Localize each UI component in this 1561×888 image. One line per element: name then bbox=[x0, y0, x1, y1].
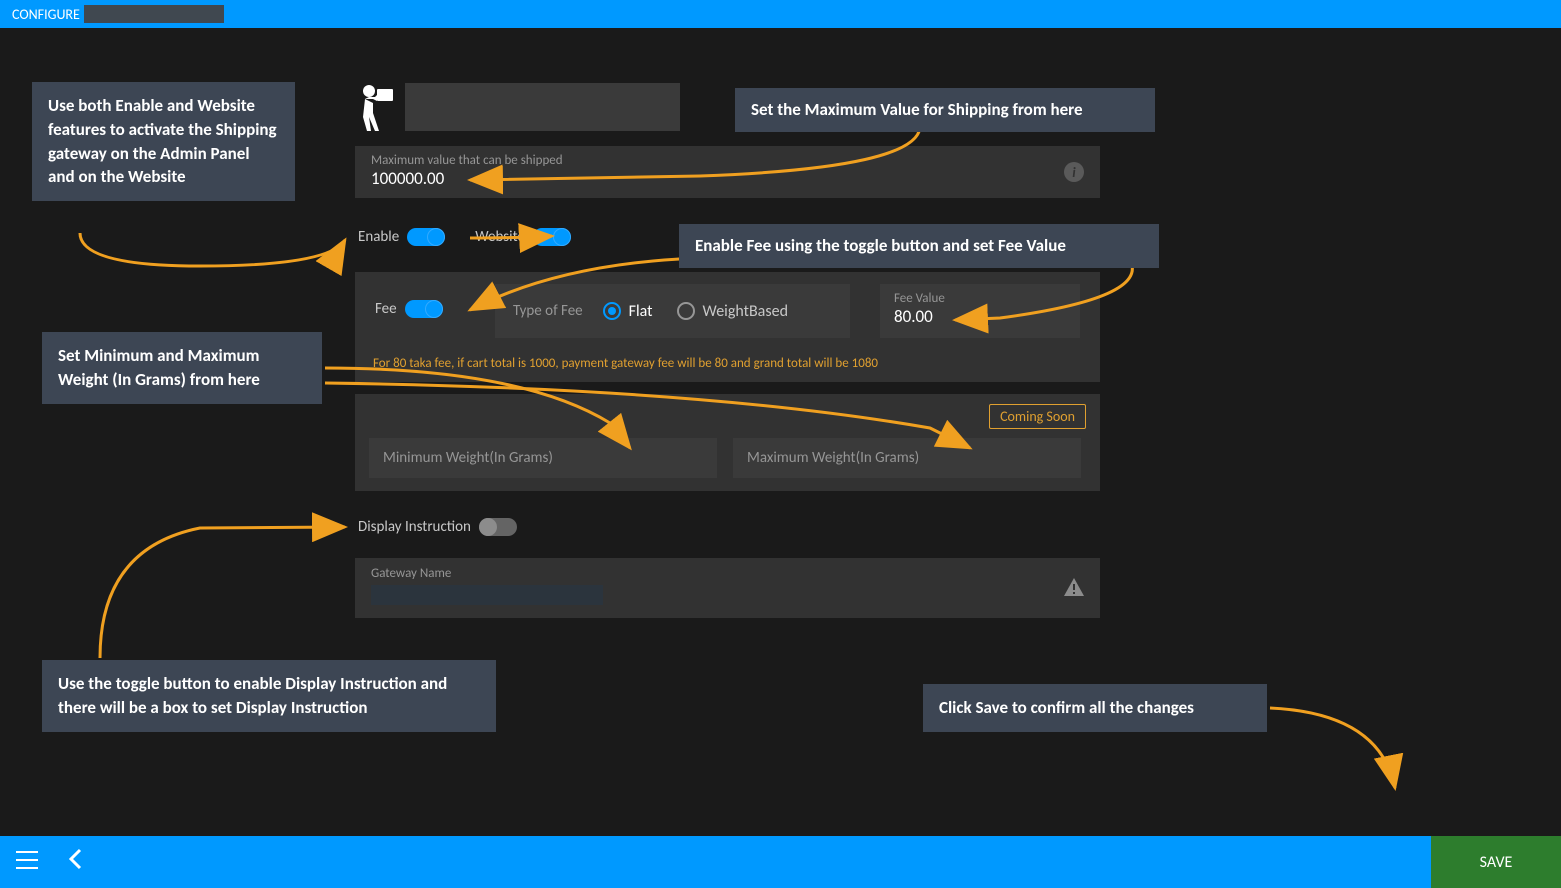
type-of-fee-panel: Type of Fee Flat WeightBased bbox=[495, 284, 850, 338]
min-weight-input[interactable]: Minimum Weight(In Grams) bbox=[369, 438, 717, 478]
back-icon[interactable] bbox=[68, 848, 82, 876]
hamburger-icon[interactable] bbox=[16, 851, 38, 874]
enable-switch[interactable] bbox=[407, 228, 445, 246]
min-weight-label: Minimum Weight(In Grams) bbox=[383, 449, 553, 467]
max-weight-label: Maximum Weight(In Grams) bbox=[747, 449, 919, 467]
fee-value-input[interactable]: 80.00 bbox=[894, 306, 1066, 327]
gateway-title-box bbox=[405, 83, 680, 131]
gateway-name-label: Gateway Name bbox=[371, 566, 1084, 581]
fee-label: Fee bbox=[375, 300, 397, 318]
topbar-redacted-field bbox=[84, 5, 224, 23]
max-value-label: Maximum value that can be shipped bbox=[371, 153, 1084, 168]
max-value-panel[interactable]: Maximum value that can be shipped 100000… bbox=[355, 146, 1100, 198]
configure-title: CONFIGURE bbox=[12, 6, 80, 23]
coming-soon-badge: Coming Soon bbox=[989, 404, 1086, 429]
website-label: Website bbox=[475, 228, 525, 246]
display-instruction-toggle[interactable]: Display Instruction bbox=[358, 518, 517, 536]
website-switch[interactable] bbox=[533, 228, 571, 246]
fee-value-panel[interactable]: Fee Value 80.00 bbox=[880, 284, 1080, 338]
save-button[interactable]: SAVE bbox=[1431, 836, 1561, 888]
type-of-fee-label: Type of Fee bbox=[513, 302, 583, 320]
callout-display-instruction: Use the toggle button to enable Display … bbox=[42, 660, 496, 732]
bottom-bar: SAVE bbox=[0, 836, 1561, 888]
website-toggle[interactable]: Website bbox=[475, 228, 571, 246]
radio-weightbased[interactable]: WeightBased bbox=[677, 302, 788, 321]
max-value-input[interactable]: 100000.00 bbox=[371, 168, 1084, 189]
callout-save: Click Save to confirm all the changes bbox=[923, 684, 1267, 732]
enable-toggle[interactable]: Enable bbox=[358, 228, 445, 246]
weightbased-label: WeightBased bbox=[703, 302, 788, 321]
radio-flat[interactable]: Flat bbox=[603, 302, 653, 321]
max-weight-input[interactable]: Maximum Weight(In Grams) bbox=[733, 438, 1081, 478]
weight-panel: Coming Soon Minimum Weight(In Grams) Max… bbox=[355, 394, 1100, 491]
fee-help-text: For 80 taka fee, if cart total is 1000, … bbox=[373, 356, 878, 371]
toggle-row: Enable Website bbox=[358, 228, 571, 246]
flat-label: Flat bbox=[629, 302, 653, 321]
fee-toggle[interactable]: Fee bbox=[375, 300, 443, 318]
gateway-name-panel[interactable]: Gateway Name bbox=[355, 558, 1100, 618]
enable-label: Enable bbox=[358, 228, 399, 246]
fee-switch[interactable] bbox=[405, 300, 443, 318]
display-instruction-switch[interactable] bbox=[479, 518, 517, 536]
display-instruction-label: Display Instruction bbox=[358, 518, 471, 536]
info-icon[interactable]: i bbox=[1064, 162, 1084, 182]
delivery-icon bbox=[355, 83, 395, 136]
fee-panel: Fee Type of Fee Flat WeightBased Fee Val… bbox=[355, 272, 1100, 382]
callout-max-value: Set the Maximum Value for Shipping from … bbox=[735, 88, 1155, 132]
warning-icon bbox=[1064, 578, 1084, 602]
callout-enable-fee: Enable Fee using the toggle button and s… bbox=[679, 224, 1159, 268]
callout-weights: Set Minimum and Maximum Weight (In Grams… bbox=[42, 332, 322, 404]
callout-enable-website: Use both Enable and Website features to … bbox=[32, 82, 295, 201]
fee-value-label: Fee Value bbox=[894, 291, 1066, 306]
gateway-name-input[interactable] bbox=[371, 585, 603, 605]
top-bar: CONFIGURE bbox=[0, 0, 1561, 28]
